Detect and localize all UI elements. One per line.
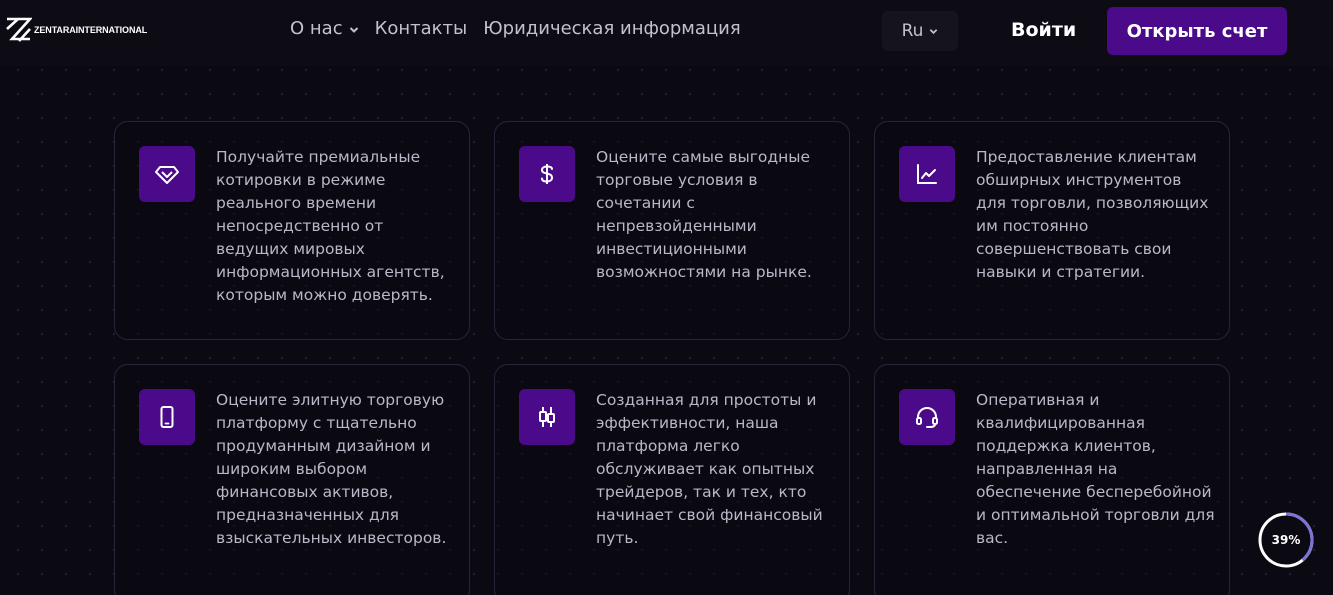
feature-card: Предоставление клиентам обширных инструм…: [874, 121, 1230, 340]
feature-card: Созданная для простоты и эффективности, …: [494, 364, 850, 595]
logo-mark-icon: [6, 17, 32, 42]
feature-icon-box: [899, 146, 955, 202]
chart-line-icon: [917, 164, 937, 184]
nav-item-label: Контакты: [374, 18, 468, 39]
feature-card: Получайте премиальные котировки в режиме…: [114, 121, 470, 340]
feature-icon-box: [139, 389, 195, 445]
headset-icon: [916, 407, 938, 428]
diamond-icon: [155, 166, 179, 184]
nav-item-label: Юридическая информация: [483, 18, 741, 39]
main-nav: О нас Контакты Юридическая информация: [290, 18, 757, 39]
nav-item-about[interactable]: О нас: [290, 18, 359, 39]
feature-icon-box: [519, 389, 575, 445]
feature-text: Созданная для простоты и эффективности, …: [596, 391, 823, 547]
feature-icon-box: [139, 146, 195, 202]
chevron-down-icon: [349, 27, 358, 33]
logo-text: ZENTARAINTERNATIONAL: [34, 25, 148, 35]
login-button[interactable]: Войти: [1011, 19, 1076, 41]
feature-card: Оцените самые выгодные торговые условия …: [494, 121, 850, 340]
feature-text: Оцените самые выгодные торговые условия …: [596, 148, 812, 281]
language-label: Ru: [901, 21, 924, 41]
open-account-button[interactable]: Открыть счет: [1107, 7, 1287, 55]
nav-item-legal[interactable]: Юридическая информация: [483, 18, 740, 39]
chevron-down-icon: [930, 29, 938, 35]
top-header: ZENTARAINTERNATIONAL О нас Контакты Юрид…: [0, 0, 1333, 66]
progress-label: 39%: [1271, 533, 1301, 547]
language-selector[interactable]: Ru: [882, 11, 958, 51]
nav-item-contacts[interactable]: Контакты: [375, 18, 468, 39]
dollar-icon: [540, 164, 554, 184]
feature-card: Оперативная и квалифицированная поддержк…: [874, 364, 1230, 595]
scroll-progress-button[interactable]: 39%: [1258, 512, 1314, 568]
feature-icon-box: [899, 389, 955, 445]
logo[interactable]: ZENTARAINTERNATIONAL: [6, 17, 147, 43]
smartphone-icon: [160, 406, 174, 428]
feature-text: Предоставление клиентам обширных инструм…: [976, 148, 1209, 281]
feature-text: Оцените элитную торговую платформу с тща…: [216, 391, 447, 547]
feature-card: Оцените элитную торговую платформу с тща…: [114, 364, 470, 595]
nav-item-label: О нас: [290, 18, 343, 39]
feature-icon-box: [519, 146, 575, 202]
feature-text: Оперативная и квалифицированная поддержк…: [976, 391, 1215, 547]
feature-text: Получайте премиальные котировки в режиме…: [216, 148, 445, 304]
candlestick-icon: [539, 407, 555, 427]
